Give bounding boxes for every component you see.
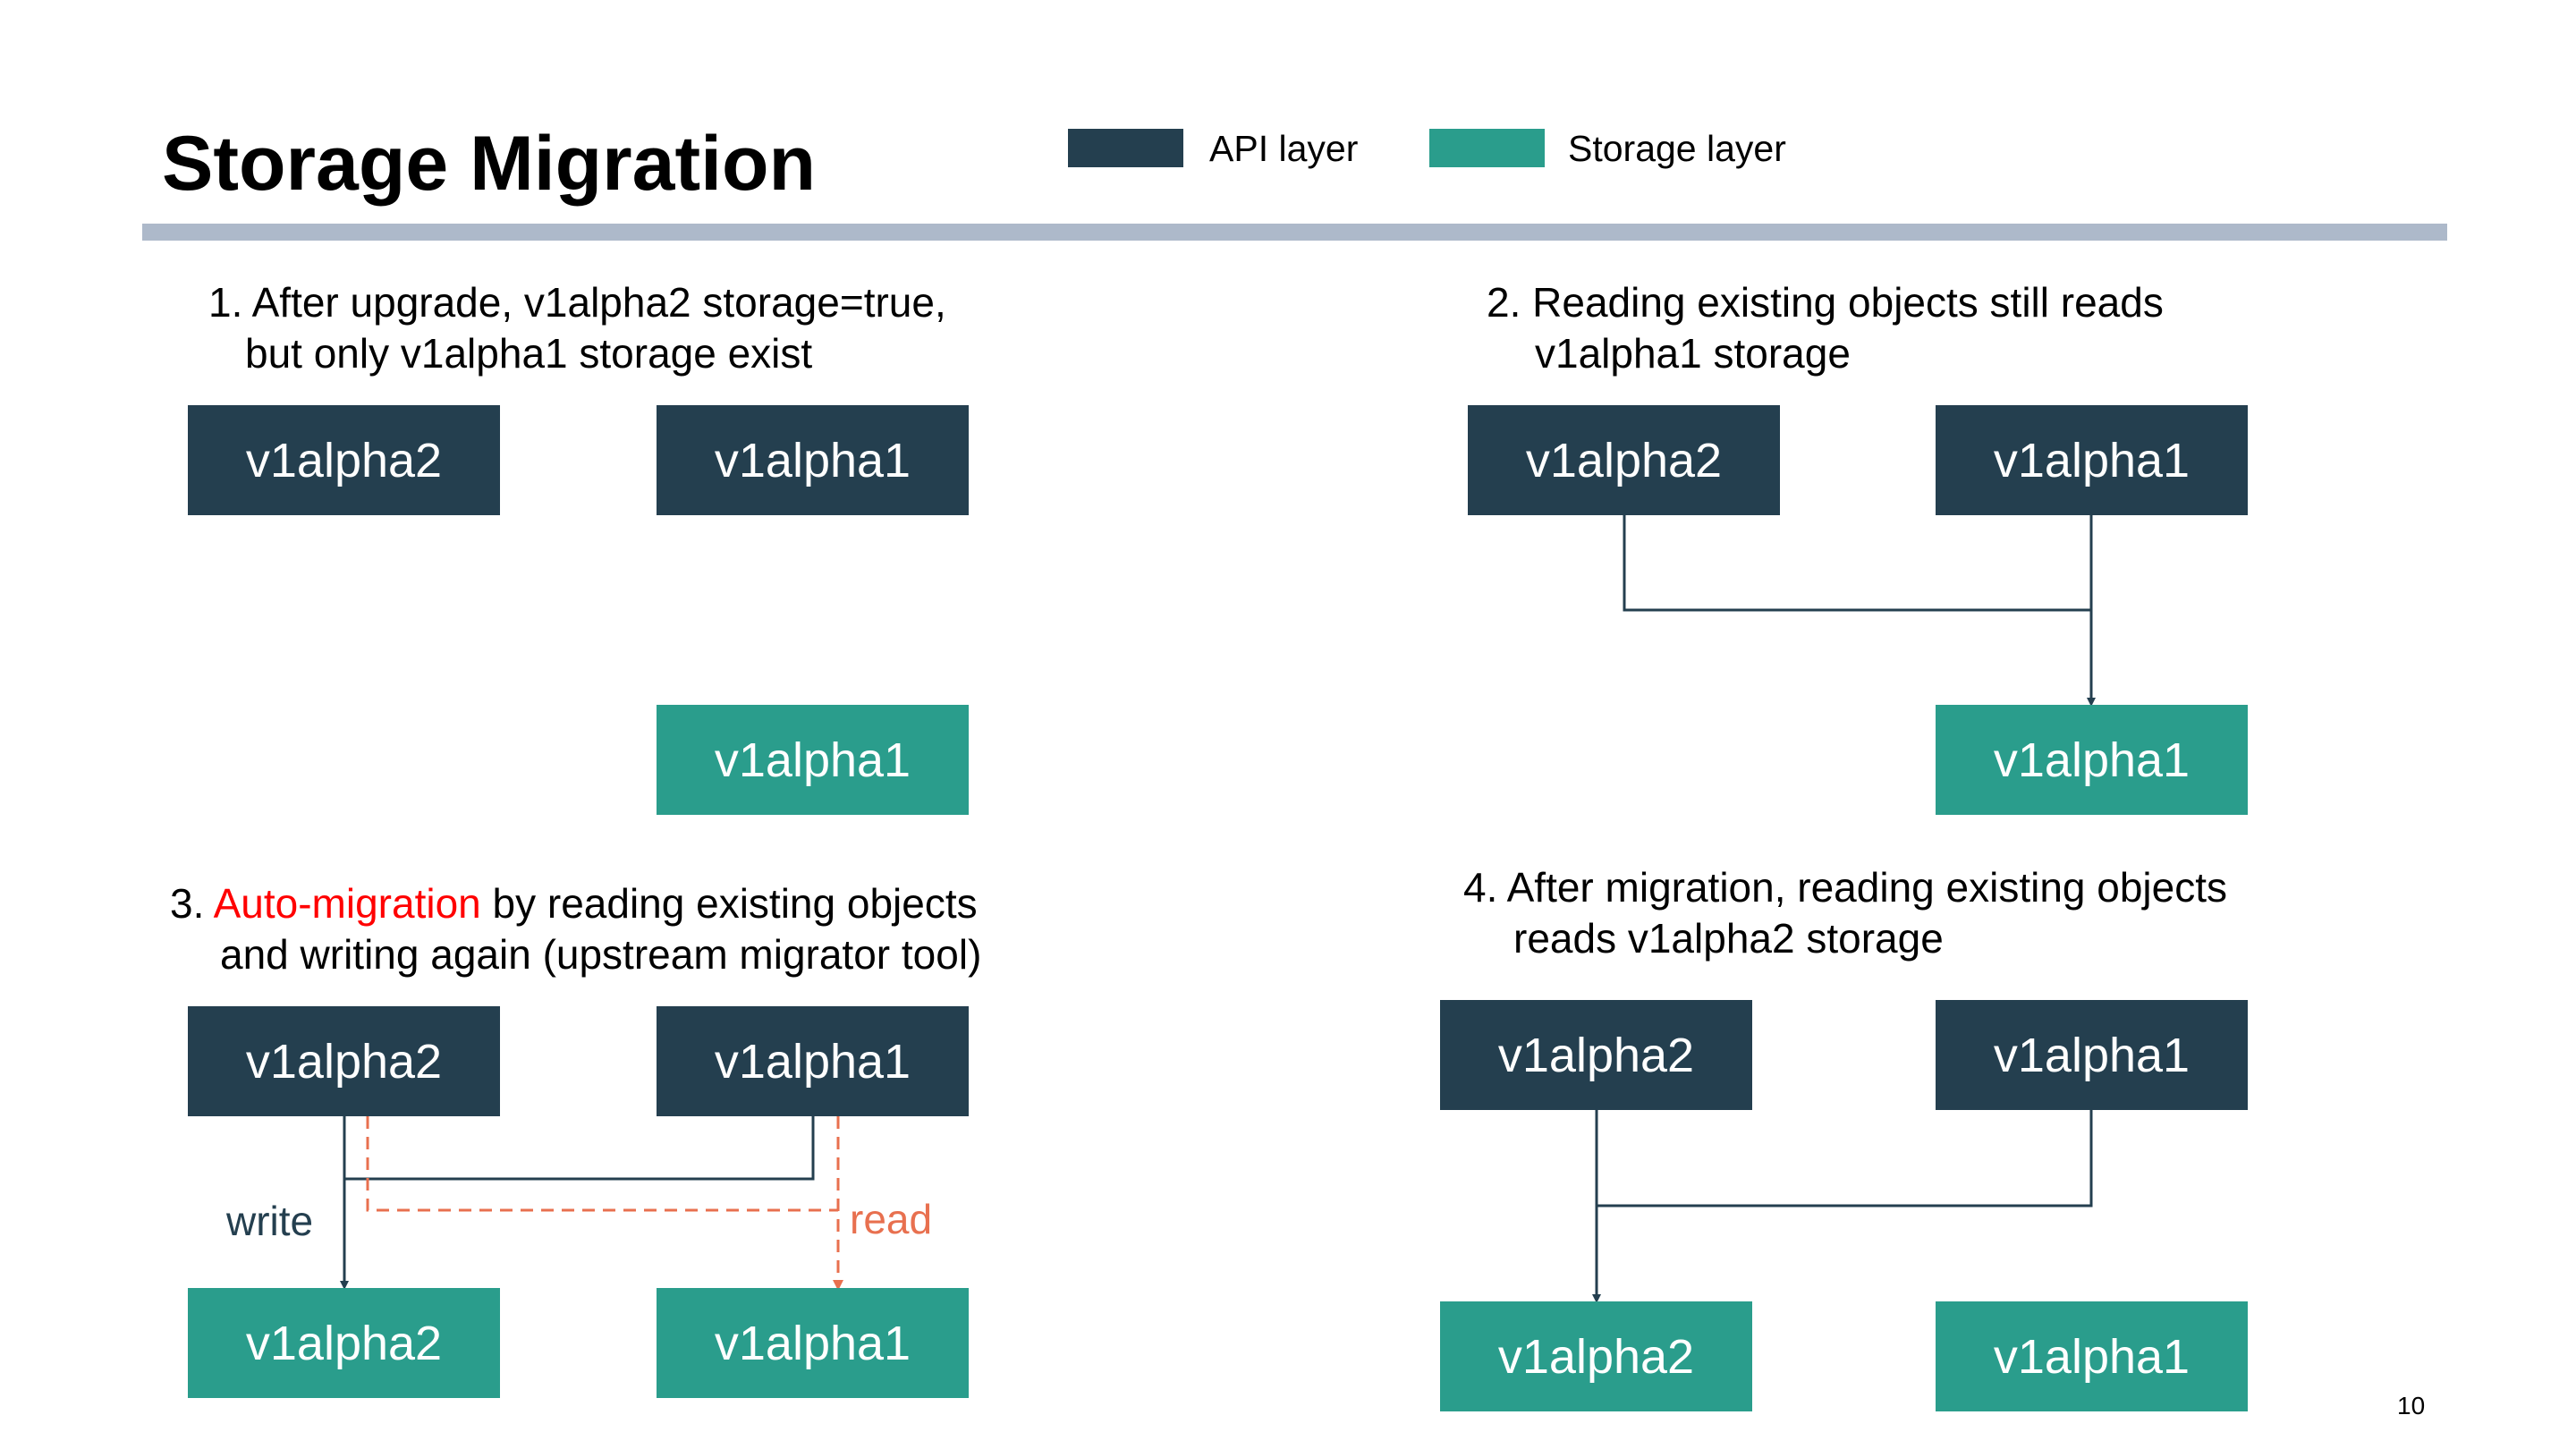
p2-connector-left: [1623, 514, 2091, 612]
slide: Storage Migration API layer Storage laye…: [0, 0, 2576, 1449]
p3-caption-line1: 3. Auto-migration by reading existing ob…: [170, 878, 981, 929]
box-label: v1alpha1: [714, 733, 911, 787]
box-label: v1alpha1: [714, 433, 911, 487]
p3-read-label: read: [850, 1196, 933, 1242]
box-label: v1alpha1: [1993, 1028, 2190, 1082]
legend-swatch-api: [1068, 129, 1183, 167]
p4-caption-line1: 4. After migration, reading existing obj…: [1463, 864, 2228, 911]
box-label: v1alpha2: [245, 433, 443, 487]
p4-api-v1alpha2-box: v1alpha2: [1440, 1000, 1752, 1110]
p1-api-v1alpha2-box: v1alpha2: [188, 405, 500, 515]
p3-api-v1alpha2-box: v1alpha2: [188, 1006, 500, 1116]
p4-api-v1alpha1-box: v1alpha1: [1936, 1000, 2248, 1110]
p1-caption: 1. After upgrade, v1alpha2 storage=true,…: [208, 277, 946, 379]
p3-caption: 3. Auto-migration by reading existing ob…: [170, 878, 981, 980]
page-number: 10: [2397, 1392, 2426, 1419]
box-label: v1alpha2: [1497, 1028, 1695, 1082]
p4-caption-line2: reads v1alpha2 storage: [1513, 915, 1944, 962]
box-label: v1alpha2: [245, 1034, 443, 1089]
page-title: Storage Migration: [162, 121, 817, 207]
legend-swatch-storage: [1429, 129, 1545, 167]
p3-write-label: write: [226, 1198, 314, 1244]
box-label: v1alpha2: [245, 1316, 443, 1370]
p3-storage-v1alpha1-box: v1alpha1: [657, 1288, 969, 1398]
p1-caption-line1: 1. After upgrade, v1alpha2 storage=true,: [208, 279, 946, 326]
legend-label-storage: Storage layer: [1568, 128, 1786, 169]
box-label: v1alpha1: [1993, 733, 2190, 787]
box-label: v1alpha1: [714, 1034, 911, 1089]
p2-caption: 2. Reading existing objects still reads …: [1487, 277, 2164, 379]
box-label: v1alpha1: [1993, 433, 2190, 487]
box-label: v1alpha1: [714, 1316, 911, 1370]
p1-api-v1alpha1-box: v1alpha1: [657, 405, 969, 515]
p2-caption-line2: v1alpha1 storage: [1535, 330, 1851, 377]
p2-caption-line1: 2. Reading existing objects still reads: [1487, 279, 2164, 326]
p4-storage-v1alpha2-box: v1alpha2: [1440, 1301, 1752, 1411]
box-label: v1alpha2: [1525, 433, 1723, 487]
p3-api-v1alpha1-box: v1alpha1: [657, 1006, 969, 1116]
p3-caption-prefix: 3.: [170, 880, 214, 927]
p2-api-v1alpha1-box: v1alpha1: [1936, 405, 2248, 515]
p4-storage-v1alpha1-box: v1alpha1: [1936, 1301, 2248, 1411]
p1-caption-line2: but only v1alpha1 storage exist: [245, 330, 813, 377]
box-label: v1alpha2: [1497, 1329, 1695, 1384]
p3-connector-right-to-left: [344, 1116, 815, 1181]
p4-connector-right: [1597, 1110, 2093, 1208]
p3-caption-highlight: Auto-migration: [213, 880, 481, 927]
header-rule: [142, 224, 2447, 241]
p2-storage-v1alpha1-box: v1alpha1: [1936, 705, 2248, 815]
p3-storage-v1alpha2-box: v1alpha2: [188, 1288, 500, 1398]
p4-caption: 4. After migration, reading existing obj…: [1463, 862, 2227, 964]
legend-label-api: API layer: [1209, 128, 1359, 169]
p3-caption-rest: by reading existing objects: [480, 880, 978, 927]
p2-api-v1alpha2-box: v1alpha2: [1468, 405, 1780, 515]
p1-storage-v1alpha1-box: v1alpha1: [657, 705, 969, 815]
p3-caption-line2: and writing again (upstream migrator too…: [220, 931, 982, 978]
p3-read-path: [366, 1116, 838, 1212]
box-label: v1alpha1: [1993, 1329, 2190, 1384]
